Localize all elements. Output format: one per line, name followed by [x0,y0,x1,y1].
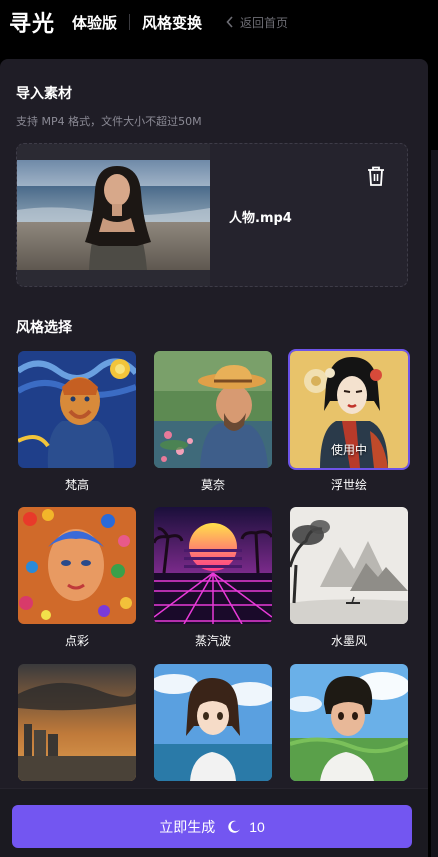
style-label: 浮世绘 [330,478,367,492]
generate-label: 立即生成 [159,818,216,835]
style-card-vaporwave[interactable]: 蒸汽波 [154,507,272,649]
style-label: 梵高 [64,478,89,492]
style-label: 蒸汽波 [194,634,231,648]
style-card-ink[interactable]: 水墨风 [290,507,408,649]
style-thumbnail [154,664,272,781]
back-home-label: 返回首页 [240,15,289,30]
page-title: 风格变换 [142,13,203,32]
side-strip [431,150,438,857]
import-hint: 支持 MP4 格式，文件大小不超过50M [16,115,202,128]
upload-area[interactable]: 人物.mp4 [16,143,408,287]
moon-icon [228,820,241,833]
import-section-title: 导入素材 [16,86,72,102]
trash-icon[interactable] [366,165,386,187]
style-card-ukiyoe[interactable]: 使用中 浮世绘 [290,351,408,493]
back-home-link[interactable]: 返回首页 [226,14,288,31]
file-name: 人物.mp4 [229,211,292,226]
style-thumbnail [18,507,136,624]
style-label: 点彩 [64,634,89,648]
style-thumbnail: 使用中 [290,351,408,468]
style-thumbnail [290,507,408,624]
chevron-left-icon [226,16,233,28]
style-thumbnail [18,351,136,468]
generate-button[interactable]: 立即生成 10 [12,805,412,848]
style-card-anime-girl[interactable] [154,664,272,789]
style-section-title: 风格选择 [16,320,72,336]
edition-label: 体验版 [72,13,118,32]
style-card-vangogh[interactable]: 梵高 [18,351,136,493]
style-card-ruins[interactable] [18,664,136,789]
header-divider [129,14,131,30]
video-thumbnail[interactable] [17,144,210,286]
style-thumbnail [18,664,136,781]
style-thumbnail [154,507,272,624]
style-label: 水墨风 [330,634,367,648]
app-logo: 寻光 [9,12,56,37]
style-thumbnail [154,351,272,468]
video-preview-image [17,160,210,270]
generate-cost: 10 [249,818,265,835]
style-card-monet[interactable]: 莫奈 [154,351,272,493]
style-label: 莫奈 [200,478,225,492]
top-bar: 寻光 体验版 风格变换 返回首页 [0,0,438,44]
style-thumbnail [290,664,408,781]
style-card-anime-boy[interactable] [290,664,408,789]
in-use-label: 使用中 [330,443,367,457]
style-card-pointillism[interactable]: 点彩 [18,507,136,649]
